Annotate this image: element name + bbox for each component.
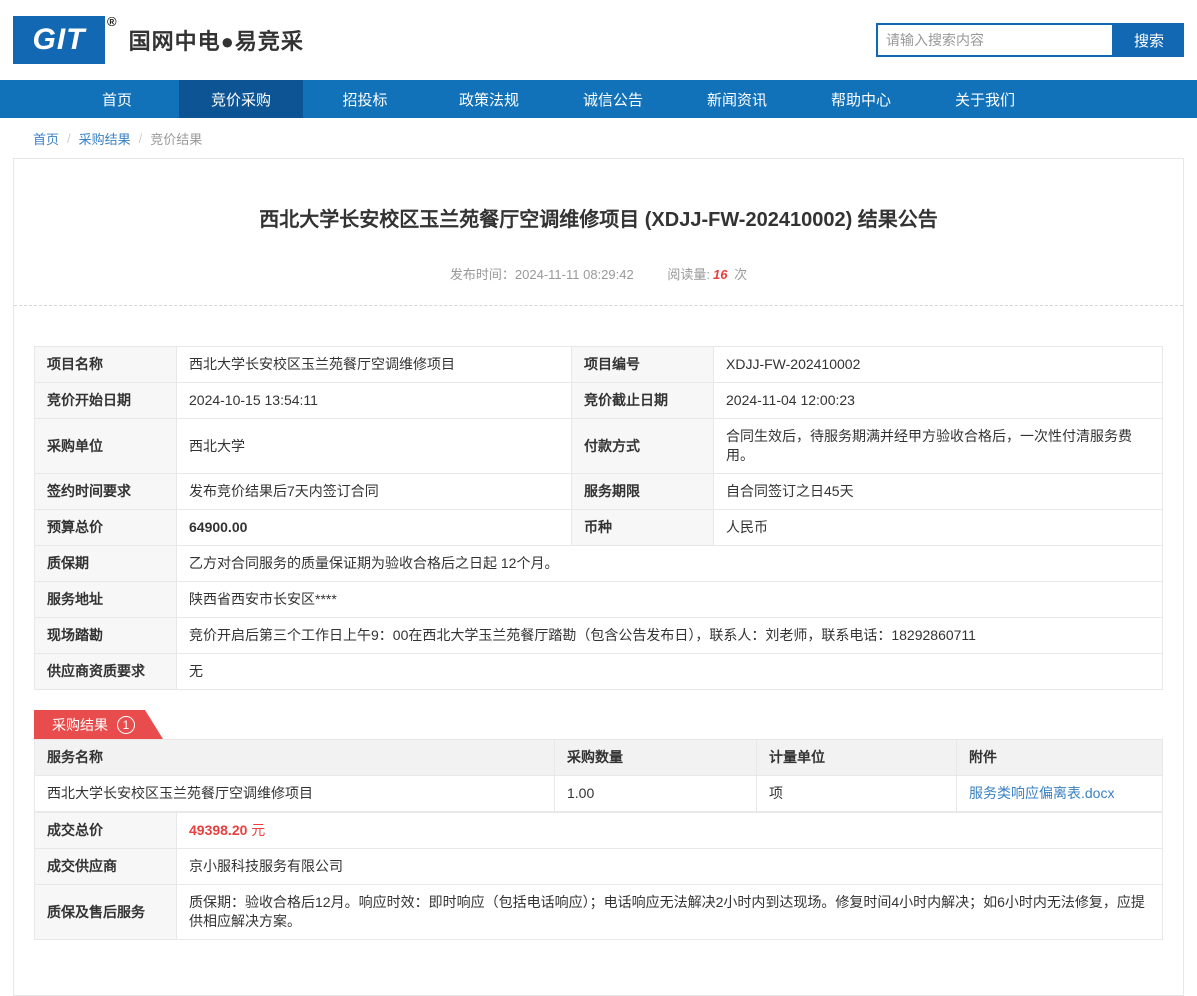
bid-end-label: 竞价截止日期 [571, 382, 714, 419]
nav-item-help-center[interactable]: 帮助中心 [799, 80, 923, 118]
views-label: 阅读量: [667, 267, 710, 282]
service-address-value: 陕西省西安市长安区**** [176, 581, 1163, 618]
result-items-table: 服务名称 采购数量 计量单位 附件 西北大学长安校区玉兰苑餐厅空调维修项目 1.… [34, 739, 1163, 812]
breadcrumb-section-link[interactable]: 采购结果 [79, 129, 131, 148]
publish-time-label: 发布时间： [449, 267, 515, 282]
publish-meta: 发布时间：2024-11-11 08:29:42 阅读量: 16 次 [14, 264, 1183, 306]
payment-label: 付款方式 [571, 418, 714, 474]
views-unit: 次 [734, 267, 748, 282]
bid-end-value: 2024-11-04 12:00:23 [713, 382, 1163, 419]
project-code-value: XDJJ-FW-202410002 [713, 346, 1163, 383]
attachment-link[interactable]: 服务类响应偏离表.docx [969, 785, 1114, 801]
result-count-badge: 1 [117, 716, 135, 734]
winning-supplier-label: 成交供应商 [34, 848, 177, 885]
site-header: GIT ® 国网中电●易竞采 搜索 [0, 0, 1197, 80]
breadcrumb-current: 竞价结果 [150, 131, 203, 147]
service-period-label: 服务期限 [571, 473, 714, 510]
nav-item-tendering[interactable]: 招投标 [303, 80, 427, 118]
service-name-value: 西北大学长安校区玉兰苑餐厅空调维修项目 [34, 775, 555, 812]
result-badge-label: 采购结果 [52, 716, 108, 733]
buyer-value: 西北大学 [176, 418, 572, 474]
table-row: 质保期 乙方对合同服务的质量保证期为验收合格后之日起 12个月。 [34, 545, 1163, 582]
site-logo[interactable]: GIT ® [13, 14, 117, 64]
attachment-header: 附件 [956, 739, 1163, 776]
service-address-label: 服务地址 [34, 581, 177, 618]
deal-total-label: 成交总价 [34, 812, 177, 849]
table-row: 预算总价 64900.00 币种 人民币 [34, 509, 1163, 546]
logo-git-mark: GIT [13, 16, 105, 64]
quantity-value: 1.00 [554, 775, 757, 812]
result-badge-row: 采购结果 1 [34, 710, 1163, 739]
warranty-value: 乙方对合同服务的质量保证期为验收合格后之日起 12个月。 [176, 545, 1163, 582]
main-nav: 首页 竞价采购 招投标 政策法规 诚信公告 新闻资讯 帮助中心 关于我们 [0, 80, 1197, 118]
aftersale-label: 质保及售后服务 [34, 884, 177, 940]
table-row: 质保及售后服务 质保期：验收合格后12月。响应时效：即时响应（包括电话响应）；电… [34, 884, 1163, 940]
project-detail-table-area: 项目名称 西北大学长安校区玉兰苑餐厅空调维修项目 项目编号 XDJJ-FW-20… [34, 346, 1163, 690]
site-survey-label: 现场踏勘 [34, 617, 177, 654]
table-row: 项目名称 西北大学长安校区玉兰苑餐厅空调维修项目 项目编号 XDJJ-FW-20… [34, 346, 1163, 383]
currency-value: 人民币 [713, 509, 1163, 546]
unit-header: 计量单位 [756, 739, 957, 776]
budget-value: 64900.00 [176, 509, 572, 546]
warranty-label: 质保期 [34, 545, 177, 582]
aftersale-value: 质保期：验收合格后12月。响应时效：即时响应（包括电话响应）；电话响应无法解决2… [176, 884, 1163, 940]
table-row: 供应商资质要求 无 [34, 653, 1163, 690]
deal-total-unit: 元 [251, 822, 266, 838]
winning-supplier-value: 京小服科技服务有限公司 [176, 848, 1163, 885]
site-survey-value: 竞价开启后第三个工作日上午9：00在西北大学玉兰苑餐厅踏勘（包含公告发布日），联… [176, 617, 1163, 654]
payment-value: 合同生效后，待服务期满并经甲方验收合格后，一次性付清服务费用。 [713, 418, 1163, 474]
buyer-label: 采购单位 [34, 418, 177, 474]
search-button[interactable]: 搜索 [1114, 23, 1184, 57]
project-detail-table: 项目名称 西北大学长安校区玉兰苑餐厅空调维修项目 项目编号 XDJJ-FW-20… [34, 346, 1163, 690]
result-summary-table: 成交总价 49398.20 元 成交供应商 京小服科技服务有限公司 质保及售后服… [34, 812, 1163, 940]
bid-start-label: 竞价开始日期 [34, 382, 177, 419]
result-table-area: 服务名称 采购数量 计量单位 附件 西北大学长安校区玉兰苑餐厅空调维修项目 1.… [34, 739, 1163, 940]
page-title: 西北大学长安校区玉兰苑餐厅空调维修项目 (XDJJ-FW-202410002) … [259, 209, 938, 231]
quantity-header: 采购数量 [554, 739, 757, 776]
table-header-row: 服务名称 采购数量 计量单位 附件 [34, 739, 1163, 776]
breadcrumb-home-link[interactable]: 首页 [33, 129, 59, 148]
qualification-label: 供应商资质要求 [34, 653, 177, 690]
table-row: 采购单位 西北大学 付款方式 合同生效后，待服务期满并经甲方验收合格后，一次性付… [34, 418, 1163, 474]
sign-time-label: 签约时间要求 [34, 473, 177, 510]
nav-item-news[interactable]: 新闻资讯 [675, 80, 799, 118]
budget-label: 预算总价 [34, 509, 177, 546]
deal-total-value: 49398.20 [189, 822, 248, 838]
project-name-label: 项目名称 [34, 346, 177, 383]
sign-time-value: 发布竞价结果后7天内签订合同 [176, 473, 572, 510]
table-row: 成交供应商 京小服科技服务有限公司 [34, 848, 1163, 885]
trademark-symbol: ® [107, 14, 117, 29]
bid-start-value: 2024-10-15 13:54:11 [176, 382, 572, 419]
table-row: 现场踏勘 竞价开启后第三个工作日上午9：00在西北大学玉兰苑餐厅踏勘（包含公告发… [34, 617, 1163, 654]
announcement-card: 西北大学长安校区玉兰苑餐厅空调维修项目 (XDJJ-FW-202410002) … [13, 158, 1184, 996]
project-name-value: 西北大学长安校区玉兰苑餐厅空调维修项目 [176, 346, 572, 383]
publish-time-value: 2024-11-11 08:29:42 [514, 267, 634, 282]
nav-item-policies[interactable]: 政策法规 [427, 80, 551, 118]
table-row: 签约时间要求 发布竞价结果后7天内签订合同 服务期限 自合同签订之日45天 [34, 473, 1163, 510]
breadcrumb: 首页 / 采购结果 / 竞价结果 [0, 118, 1197, 158]
views-count: 16 [712, 267, 728, 282]
breadcrumb-separator: / [138, 130, 143, 146]
service-period-value: 自合同签订之日45天 [713, 473, 1163, 510]
nav-item-bidding-procurement[interactable]: 竞价采购 [179, 80, 303, 118]
service-name-header: 服务名称 [34, 739, 555, 776]
nav-item-home[interactable]: 首页 [55, 80, 179, 118]
nav-item-integrity-notice[interactable]: 诚信公告 [551, 80, 675, 118]
qualification-value: 无 [176, 653, 1163, 690]
table-row: 竞价开始日期 2024-10-15 13:54:11 竞价截止日期 2024-1… [34, 382, 1163, 419]
search-bar: 搜索 [876, 23, 1184, 57]
search-input[interactable] [876, 23, 1114, 57]
brand-title: 国网中电●易竞采 [128, 29, 304, 54]
table-row: 成交总价 49398.20 元 [34, 812, 1163, 849]
nav-item-about-us[interactable]: 关于我们 [923, 80, 1047, 118]
procurement-result-badge: 采购结果 1 [34, 710, 163, 739]
unit-value: 项 [756, 775, 957, 812]
breadcrumb-separator: / [67, 130, 71, 146]
table-row: 西北大学长安校区玉兰苑餐厅空调维修项目 1.00 项 服务类响应偏离表.docx [34, 775, 1163, 812]
table-row: 服务地址 陕西省西安市长安区**** [34, 581, 1163, 618]
currency-label: 币种 [571, 509, 714, 546]
project-code-label: 项目编号 [571, 346, 714, 383]
